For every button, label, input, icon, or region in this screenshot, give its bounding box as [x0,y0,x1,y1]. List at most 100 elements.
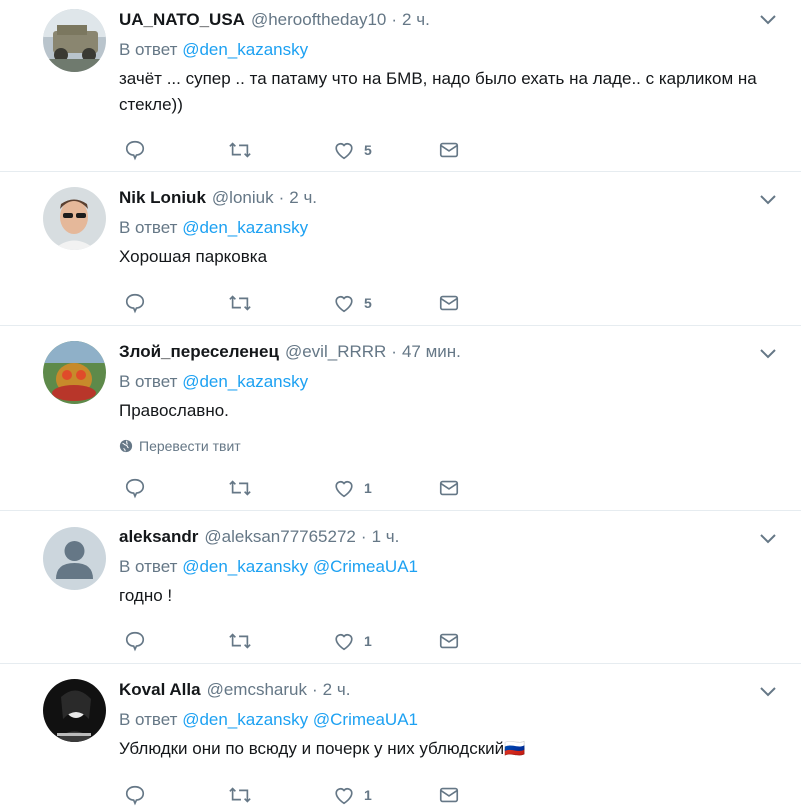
display-name[interactable]: Nik Loniuk [119,188,206,208]
reply-context: В ответ @den_kazansky [119,216,759,240]
reply-button[interactable] [124,292,146,314]
tweet-text: годно ! [119,586,173,605]
tweet[interactable]: Nik Loniuk @loniuk · 2 ч. В ответ @den_k… [0,172,801,326]
mention-link[interactable]: @CrimeaUA1 [313,557,418,576]
translate-label: Перевести твит [139,438,241,454]
separator-dot: · [360,527,367,546]
chevron-down-icon[interactable] [759,533,777,545]
separator-dot: · [391,10,398,29]
timestamp[interactable]: 2 ч. [323,680,351,700]
reply-button[interactable] [124,139,146,161]
retweet-button[interactable] [228,630,252,652]
display-name[interactable]: Koval Alla [119,680,201,700]
reply-prefix: В ответ [119,218,178,237]
retweet-button[interactable] [228,292,252,314]
reply-prefix: В ответ [119,710,178,729]
like-count: 5 [364,142,372,158]
avatar[interactable] [43,341,106,404]
avatar[interactable] [43,187,106,250]
mention-link[interactable]: @den_kazansky [182,40,308,59]
display-name[interactable]: Злой_переселенец [119,342,279,362]
username[interactable]: @evil_RRRR [285,342,386,362]
like-icon [335,296,353,313]
tweet-text: Ублюдки они по всюду и почерк у них ублю… [119,739,526,758]
mention-link[interactable]: @den_kazansky [182,218,308,237]
like-count: 5 [364,295,372,311]
tweet-text: Хорошая парковка [119,247,268,266]
retweet-button[interactable] [228,477,252,499]
translate-tweet-link[interactable]: Перевести твит [119,436,759,456]
reply-button[interactable] [124,630,146,652]
message-button[interactable] [438,630,460,652]
like-button[interactable]: 1 [333,477,372,499]
mention-link[interactable]: @den_kazansky [182,372,308,391]
message-button[interactable] [438,784,460,806]
reply-prefix: В ответ [119,372,178,391]
avatar[interactable] [43,9,106,72]
mention-link[interactable]: @CrimeaUA1 [313,710,418,729]
like-count: 1 [364,633,372,649]
globe-icon [119,439,133,453]
username[interactable]: @loniuk [212,188,274,208]
like-button[interactable]: 1 [333,630,372,652]
message-button[interactable] [438,477,460,499]
like-count: 1 [364,787,372,803]
tweet[interactable]: Злой_переселенец @evil_RRRR · 47 мин. В … [0,326,801,511]
chevron-down-icon[interactable] [759,348,777,360]
chevron-down-icon[interactable] [759,686,777,698]
username[interactable]: @aleksan77765272 [204,527,356,547]
reply-icon [125,140,145,161]
like-button[interactable]: 5 [333,292,372,314]
reply-icon [125,631,145,652]
tweet-header: Nik Loniuk @loniuk · 2 ч. [119,186,759,210]
retweet-button[interactable] [228,784,252,806]
tweet[interactable]: aleksandr @aleksan77765272 · 1 ч. В отве… [0,511,801,664]
timestamp[interactable]: 2 ч. [402,10,430,30]
chevron-down-icon[interactable] [759,14,777,26]
mention-link[interactable]: @den_kazansky [182,710,308,729]
message-icon [439,142,459,158]
username[interactable]: @herooftheday10 [251,10,386,30]
like-icon [335,143,353,160]
avatar[interactable] [43,679,106,742]
tweet-actions: 1 [0,477,801,501]
tweet[interactable]: Koval Alla @emcsharuk · 2 ч. В ответ @de… [0,664,801,811]
timestamp[interactable]: 47 мин. [402,342,461,362]
retweet-icon [229,142,251,158]
tweet-header: aleksandr @aleksan77765272 · 1 ч. [119,525,759,549]
message-button[interactable] [438,139,460,161]
message-button[interactable] [438,292,460,314]
message-icon [439,633,459,649]
retweet-button[interactable] [228,139,252,161]
message-icon [439,295,459,311]
username[interactable]: @emcsharuk [207,680,307,700]
tweet-actions: 5 [0,292,801,316]
display-name[interactable]: UA_NATO_USA [119,10,245,30]
reply-prefix: В ответ [119,40,178,59]
reply-button[interactable] [124,784,146,806]
avatar[interactable] [43,527,106,590]
like-icon [335,634,353,651]
retweet-icon [229,480,251,496]
timestamp[interactable]: 2 ч. [289,188,317,208]
separator-dot: · [311,680,318,699]
chevron-down-icon[interactable] [759,194,777,206]
reply-context: В ответ @den_kazansky [119,38,759,62]
separator-dot: · [391,342,397,361]
like-count: 1 [364,480,372,496]
tweet[interactable]: UA_NATO_USA @herooftheday10 · 2 ч. В отв… [0,0,801,172]
like-button[interactable]: 5 [333,139,372,161]
tweet-header: Злой_переселенец @evil_RRRR · 47 мин. [119,340,759,364]
like-icon [335,481,353,498]
message-icon [439,787,459,803]
tweet-header: UA_NATO_USA @herooftheday10 · 2 ч. [119,8,759,32]
display-name[interactable]: aleksandr [119,527,198,547]
mention-link[interactable]: @den_kazansky [182,557,308,576]
reply-icon [125,293,145,314]
tweet-actions: 5 [0,139,801,163]
reply-button[interactable] [124,477,146,499]
like-button[interactable]: 1 [333,784,372,806]
like-icon [335,788,353,805]
timestamp[interactable]: 1 ч. [372,527,400,547]
message-icon [439,480,459,496]
